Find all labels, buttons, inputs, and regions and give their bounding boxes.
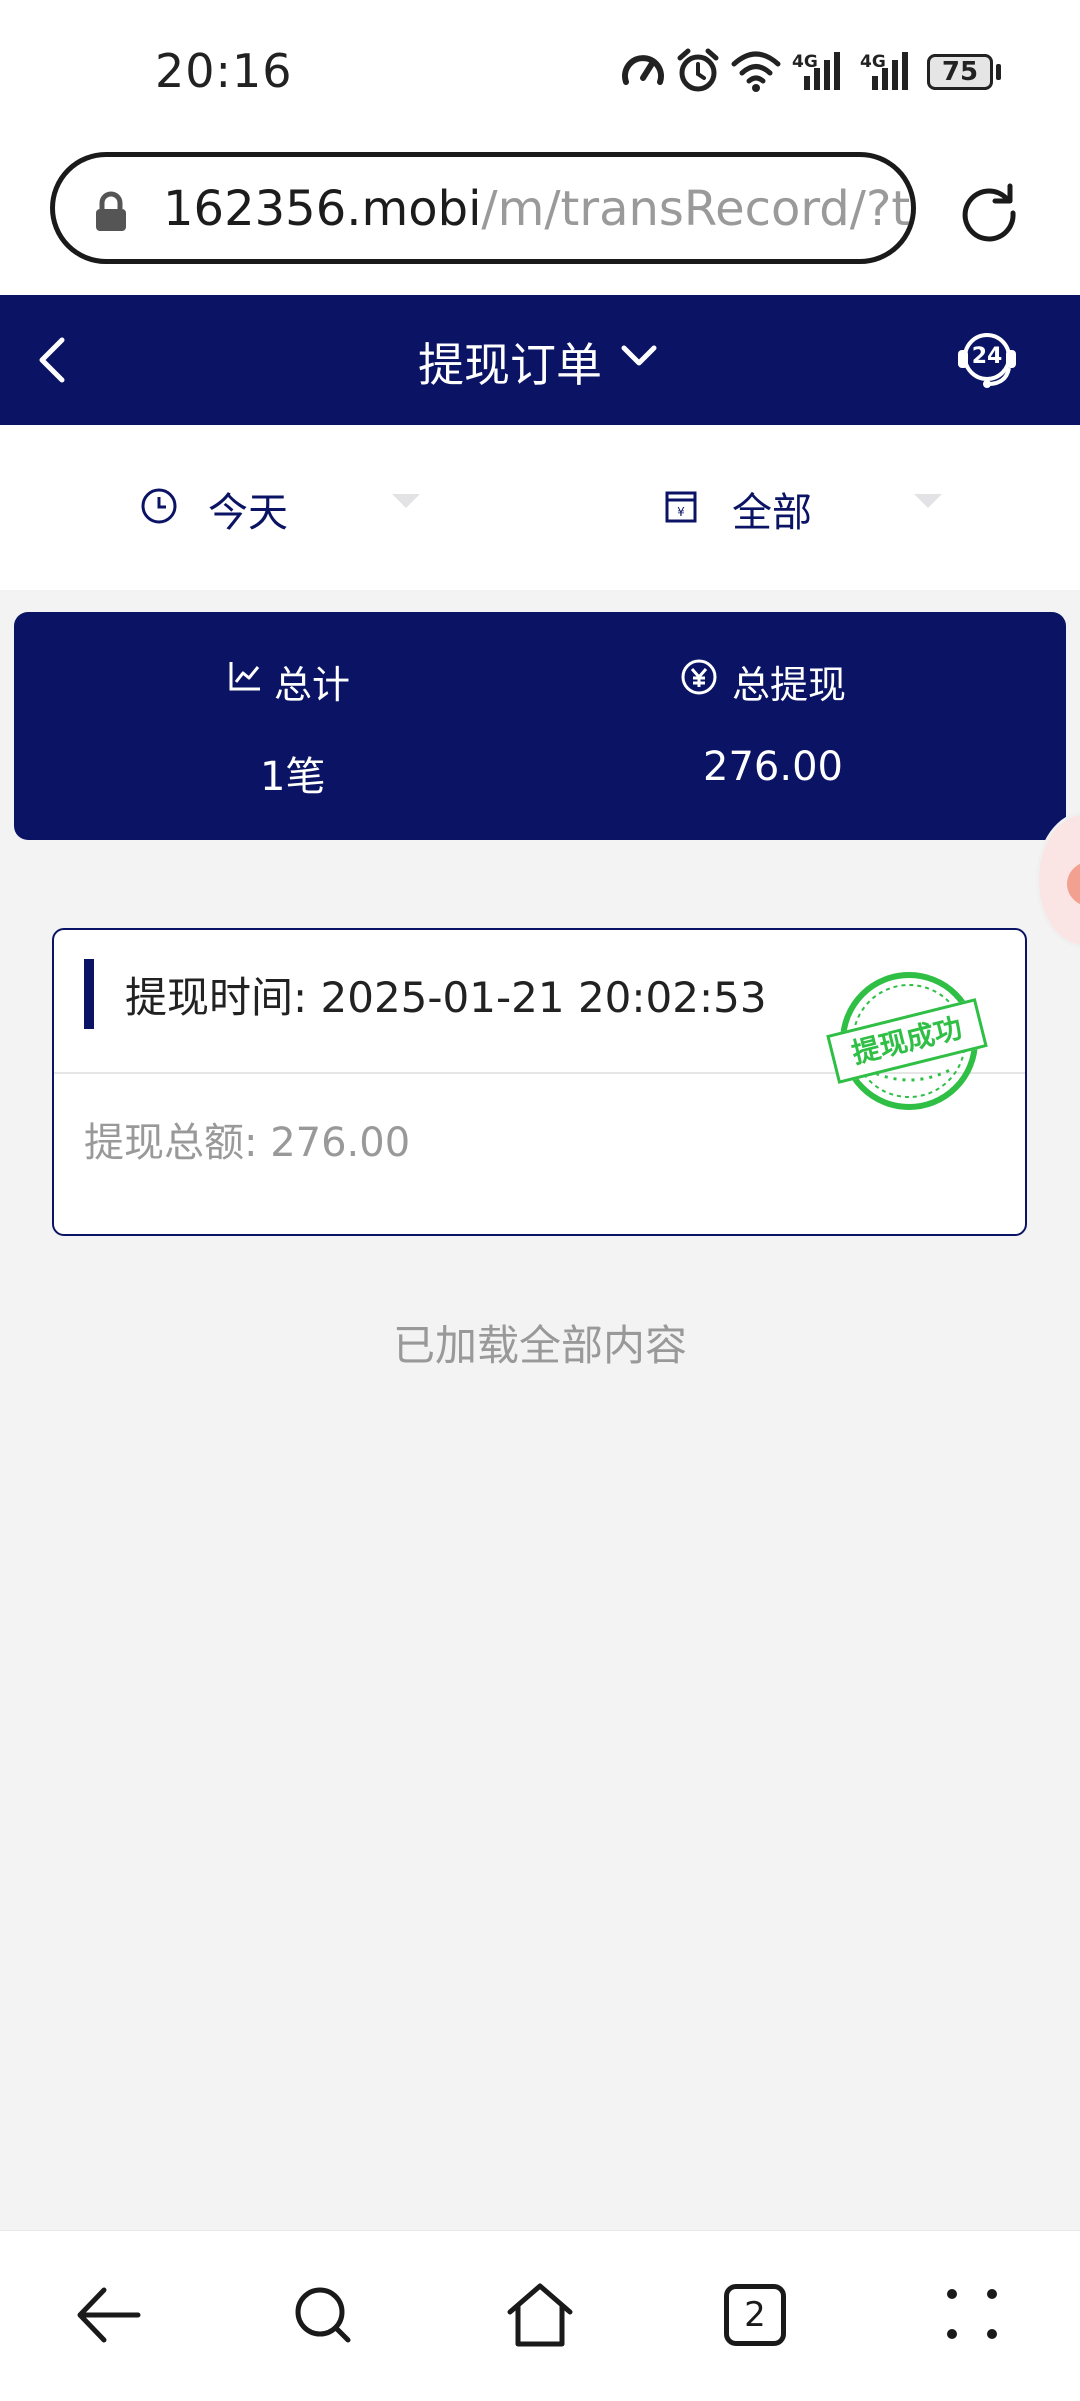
menu-dots-icon[interactable]	[944, 2286, 1000, 2342]
total-withdraw-value: 276.00	[703, 744, 843, 790]
withdraw-time-label: 提现时间:	[125, 973, 308, 1022]
home-icon[interactable]	[504, 2280, 576, 2350]
chevron-down-icon[interactable]	[620, 342, 658, 370]
svg-text:¥: ¥	[677, 505, 685, 519]
alarm-icon	[677, 48, 719, 92]
withdraw-time: 提现时间: 2025-01-21 20:02:53	[125, 964, 767, 1025]
status-time: 20:16	[155, 44, 293, 98]
line-chart-icon	[229, 662, 260, 691]
type-filter-label: 全部	[732, 490, 812, 536]
signal-icon	[804, 52, 840, 90]
speed-icon	[622, 55, 664, 85]
wifi-icon	[731, 51, 781, 92]
battery-tip	[996, 64, 1001, 80]
withdraw-time-value: 2025-01-21 20:02:53	[320, 973, 767, 1022]
success-stamp: 提现成功	[826, 970, 988, 1112]
withdraw-amount: 提现总额: 276.00	[84, 1110, 410, 1168]
date-filter-label: 今天	[208, 490, 288, 536]
url-path: /m/transRecord/?type	[481, 181, 911, 237]
floating-widget-icon	[1067, 861, 1080, 907]
url-text: 162356.mobi/m/transRecord/?type	[163, 181, 911, 237]
dropdown-arrow-icon	[914, 494, 942, 508]
refresh-icon[interactable]	[958, 182, 1020, 244]
calendar-icon: ¥	[665, 491, 697, 523]
tabs-button[interactable]: 2	[724, 2284, 786, 2346]
battery-level: 75	[941, 57, 979, 87]
page-title[interactable]: 提现订单	[418, 329, 602, 395]
clock-icon	[141, 488, 177, 524]
nav-back-icon[interactable]	[74, 2282, 144, 2348]
back-icon[interactable]	[34, 334, 70, 386]
customer-service-button[interactable]: 24	[954, 326, 1020, 392]
dropdown-arrow-icon	[392, 494, 420, 508]
url-host: 162356.mobi	[163, 181, 482, 237]
list-end-text: 已加载全部内容	[392, 1321, 687, 1370]
total-withdraw-label: 总提现	[732, 663, 847, 707]
withdraw-amount-label: 提现总额:	[84, 1120, 258, 1166]
search-icon[interactable]	[290, 2282, 358, 2350]
lock-icon	[96, 191, 126, 231]
yuan-circle-icon	[681, 659, 717, 695]
tabs-count: 2	[744, 2295, 766, 2335]
card-accent-bar	[84, 959, 94, 1029]
summary-panel	[14, 612, 1066, 840]
total-count-label: 总计	[274, 663, 351, 707]
signal-icon-2	[872, 52, 908, 90]
total-count-value: 1笔	[260, 754, 326, 800]
withdraw-amount-value: 276.00	[270, 1120, 411, 1166]
address-bar[interactable]: 162356.mobi/m/transRecord/?type	[50, 152, 916, 264]
battery-icon: 75	[927, 54, 993, 90]
support-24-label: 24	[971, 344, 1003, 369]
